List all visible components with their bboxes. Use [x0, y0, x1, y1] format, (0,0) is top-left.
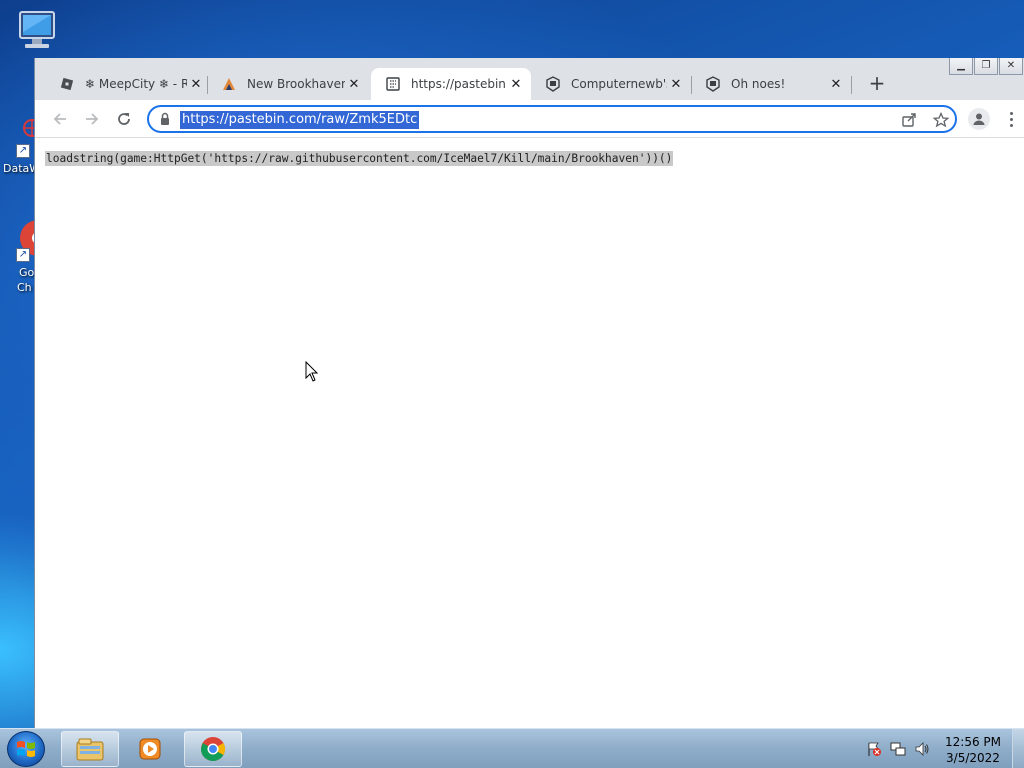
tab-title: https://pastebin.co [411, 77, 507, 91]
avatar-icon [973, 113, 985, 125]
share-icon [902, 113, 916, 127]
lock-icon [159, 112, 171, 129]
computernewb-icon [545, 76, 561, 92]
tab-close-button[interactable]: ✕ [667, 77, 685, 92]
desktop-icon-label: Go [19, 266, 35, 279]
raw-paste-text[interactable]: loadstring(game:HttpGet('https://raw.git… [45, 151, 674, 166]
tab-title: Oh noes! [731, 77, 786, 91]
show-desktop-button[interactable] [1012, 729, 1024, 768]
clock-date: 3/5/2022 [946, 751, 1000, 765]
taskbar-media-player[interactable] [122, 731, 180, 767]
desktop-icon-dataw[interactable]: ↗ DataW [0, 118, 41, 176]
address-bar[interactable]: https://pastebin.com/raw/Zmk5EDtc [147, 105, 957, 133]
tab-close-button[interactable]: ✕ [187, 77, 205, 92]
address-bar-url[interactable]: https://pastebin.com/raw/Zmk5EDtc [180, 111, 420, 129]
tab-meepcity[interactable]: ❄ MeepCity ❄ - R ✕ [45, 68, 211, 100]
reload-icon [118, 113, 130, 125]
taskbar-windows-explorer[interactable] [61, 731, 119, 767]
browser-toolbar: https://pastebin.com/raw/Zmk5EDtc [35, 100, 1024, 138]
tab-pastebin[interactable]: https://pastebin.co ✕ [371, 68, 531, 100]
shortcut-arrow-icon: ↗ [16, 248, 30, 262]
page-content: loadstring(game:HttpGet('https://raw.git… [35, 139, 1024, 728]
media-player-icon [139, 738, 161, 760]
desktop-icon-computer[interactable] [14, 10, 64, 54]
tab-new-brookhaven[interactable]: New Brookhaven ✕ [207, 68, 369, 100]
tab-computernewb[interactable]: Computernewb's ✕ [531, 68, 691, 100]
desktop-icon-label-line2: Ch [17, 281, 32, 294]
arrow-left-icon [53, 113, 66, 125]
bookmark-star-button[interactable] [931, 111, 951, 129]
forward-button[interactable] [79, 106, 105, 132]
action-center-flag-icon [868, 742, 881, 756]
taskbar: 12:56 PM 3/5/2022 [0, 728, 1024, 768]
tab-strip: ▁ ❐ ✕ ❄ MeepCity ❄ - R ✕ New Brookhaven … [35, 58, 1024, 102]
restore-button[interactable]: ❐ [974, 58, 998, 75]
volume-button[interactable] [914, 741, 930, 757]
kebab-menu-icon [1009, 111, 1013, 115]
windows-logo-icon [17, 741, 35, 757]
action-center-button[interactable] [866, 741, 882, 757]
arrow-right-icon [86, 113, 99, 125]
window-controls: ▁ ❐ ✕ [948, 58, 1023, 75]
chrome-window: ▁ ❐ ✕ ❄ MeepCity ❄ - R ✕ New Brookhaven … [34, 58, 1024, 728]
close-window-button[interactable]: ✕ [999, 58, 1023, 75]
computernewb-icon [705, 76, 721, 92]
share-button[interactable] [899, 111, 919, 129]
pastebin-icon [385, 76, 401, 92]
star-icon [933, 112, 949, 128]
clock-time: 12:56 PM [945, 735, 1001, 749]
start-button[interactable] [7, 731, 45, 767]
tab-title: ❄ MeepCity ❄ - R [85, 77, 187, 91]
tab-close-button[interactable]: ✕ [827, 77, 845, 92]
windows-explorer-icon [76, 738, 104, 761]
tab-title: Computernewb's [571, 77, 667, 91]
tab-close-button[interactable]: ✕ [345, 77, 363, 92]
shortcut-arrow-icon: ↗ [16, 144, 30, 158]
minimize-button[interactable]: ▁ [949, 58, 973, 75]
tab-oh-noes[interactable]: Oh noes! ✕ [691, 68, 851, 100]
brookhaven-icon [221, 76, 237, 92]
network-icon [890, 742, 906, 756]
new-tab-button[interactable]: + [865, 72, 889, 96]
google-chrome-icon [201, 737, 226, 762]
profile-button[interactable] [968, 108, 990, 130]
taskbar-clock[interactable]: 12:56 PM 3/5/2022 [944, 734, 1002, 766]
desktop-icon-google-chrome[interactable]: ↗ Go Ch [0, 218, 38, 298]
chrome-menu-button[interactable] [1003, 108, 1019, 130]
taskbar-google-chrome[interactable] [184, 731, 242, 767]
reload-button[interactable] [111, 106, 137, 132]
computer-icon [19, 11, 55, 48]
volume-icon [915, 742, 929, 756]
network-button[interactable] [890, 741, 906, 757]
back-button[interactable] [47, 106, 73, 132]
tab-close-button[interactable]: ✕ [507, 77, 525, 92]
mouse-cursor-icon [305, 361, 319, 382]
roblox-icon [59, 76, 75, 92]
tab-title: New Brookhaven [247, 77, 345, 91]
tab-separator [851, 76, 852, 94]
